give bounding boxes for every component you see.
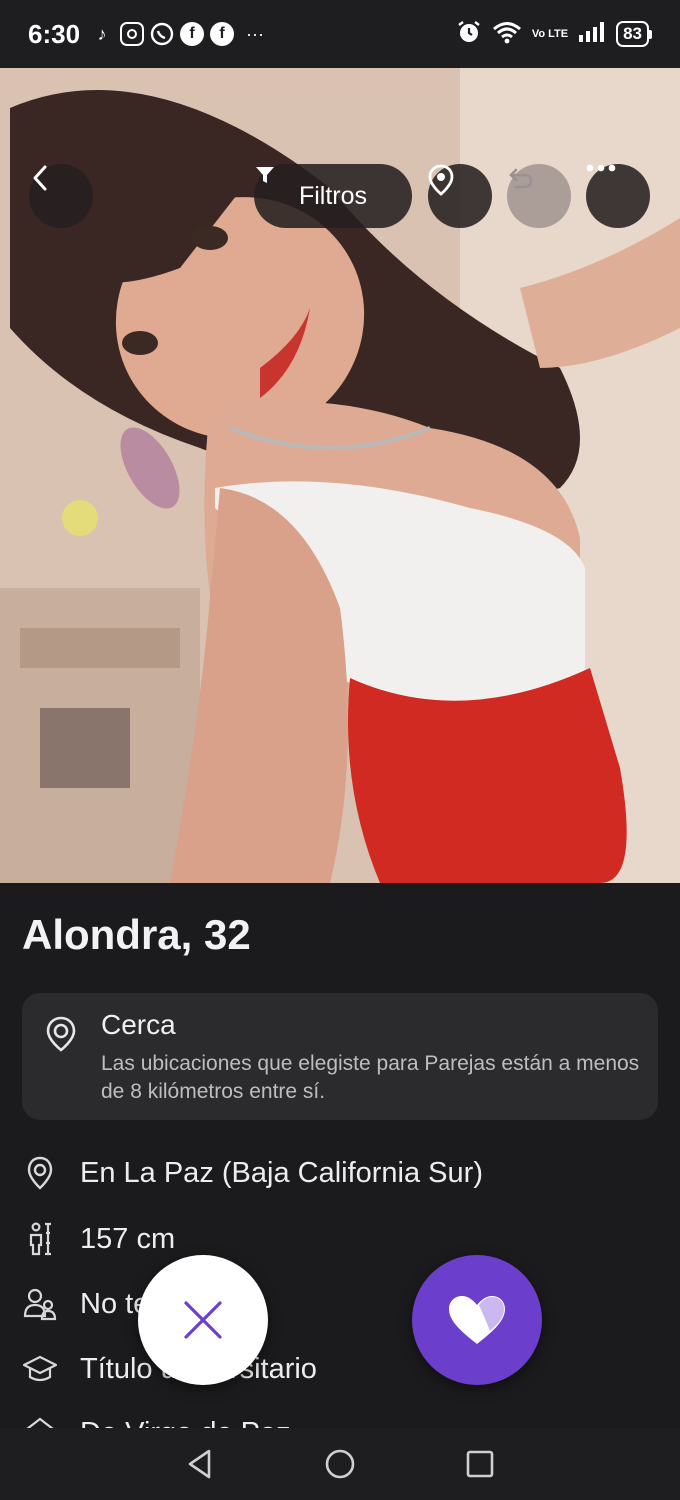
nav-back-button[interactable] [170, 1434, 230, 1494]
volte-label: Vo LTE [531, 27, 569, 40]
triangle-back-icon [188, 1449, 211, 1479]
detail-text: 157 cm [80, 1222, 176, 1255]
detail-height: 157 cm [22, 1219, 175, 1259]
more-options-button[interactable] [586, 164, 650, 228]
location-pin-icon [22, 1153, 58, 1193]
undo-icon [509, 168, 533, 189]
heart-icon [449, 1296, 505, 1344]
back-button[interactable] [29, 164, 93, 228]
status-time: 6:30 [28, 18, 81, 49]
signal-icon [578, 21, 606, 48]
status-bar: 6:30 ♪ f f ··· Vo LTE 83 [0, 0, 680, 68]
chevron-left-icon [33, 165, 47, 191]
navigation-bar [0, 1428, 680, 1500]
instagram-icon [120, 22, 145, 46]
square-recents-icon [466, 1450, 494, 1478]
detail-text: En La Paz (Baja California Sur) [80, 1156, 483, 1189]
location-button[interactable] [428, 164, 492, 228]
close-icon [184, 1301, 222, 1339]
pass-button[interactable] [138, 1255, 268, 1385]
children-icon [22, 1284, 58, 1324]
proximity-description: Las ubicaciones que elegiste para Pareja… [101, 1052, 640, 1103]
circle-home-icon [325, 1449, 355, 1479]
profile-details: Alondra, 32 Cerca Las ubicaciones que el… [0, 883, 680, 1428]
facebook-icon: f [180, 22, 205, 46]
filter-icon [256, 167, 274, 183]
filters-button[interactable]: Filtros [254, 164, 412, 228]
filters-label: Filtros [298, 181, 368, 210]
detail-sign: De Virgo de Paz [22, 1413, 291, 1428]
location-pin-icon [46, 1016, 76, 1052]
battery-icon: 83 [616, 21, 652, 47]
system-icons: Vo LTE 83 [456, 19, 652, 50]
nav-home-button[interactable] [310, 1434, 370, 1494]
alarm-icon [456, 19, 482, 50]
profile-photo[interactable]: Filtros [0, 68, 680, 883]
profile-name: Alondra, 32 [22, 911, 251, 958]
wifi-icon [492, 20, 522, 49]
sign-icon [22, 1413, 58, 1428]
graduation-cap-icon [22, 1349, 58, 1389]
proximity-card: Cerca Las ubicaciones que elegiste para … [22, 993, 658, 1120]
location-pin-icon [428, 164, 454, 196]
battery-level: 83 [616, 21, 649, 47]
notification-icons: ♪ f f ··· [90, 22, 264, 46]
whatsapp-icon [150, 22, 174, 46]
undo-button[interactable] [507, 164, 571, 228]
detail-text: De Virgo de Paz [80, 1417, 291, 1429]
detail-location: En La Paz (Baja California Sur) [22, 1153, 483, 1193]
proximity-title: Cerca [101, 1009, 176, 1040]
facebook-icon: f [210, 22, 235, 46]
tiktok-icon: ♪ [97, 23, 107, 44]
more-notifications-icon: ··· [246, 23, 265, 44]
nav-recents-button[interactable] [450, 1434, 510, 1494]
more-icon [586, 164, 616, 172]
height-icon [22, 1219, 58, 1259]
like-button[interactable] [412, 1255, 542, 1385]
